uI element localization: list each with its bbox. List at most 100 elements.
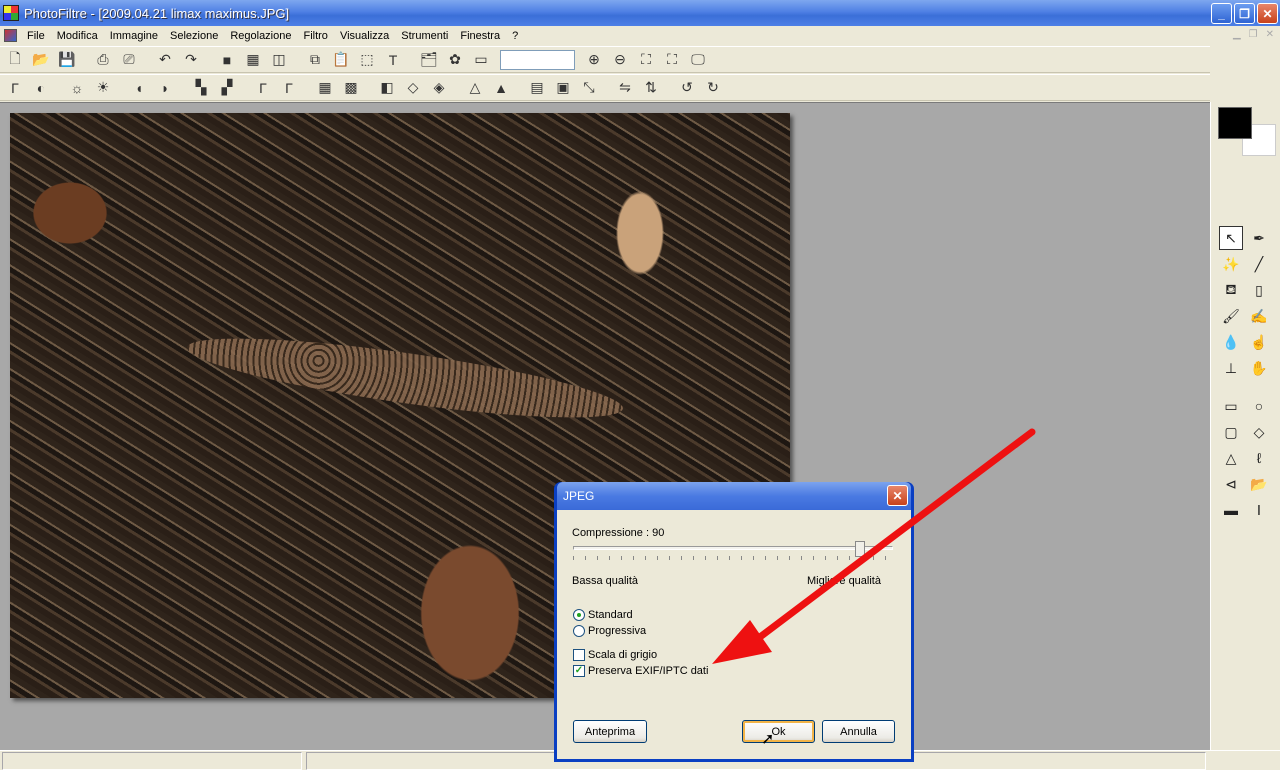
foreground-color-swatch[interactable]: [1218, 107, 1252, 139]
slider-thumb[interactable]: [855, 541, 865, 557]
minimize-button[interactable]: _: [1211, 3, 1232, 24]
flip-vertical-icon[interactable]: ⇅: [640, 77, 662, 99]
preview-button[interactable]: Anteprima: [573, 720, 647, 743]
polygon-select-icon[interactable]: ⊲: [1219, 472, 1243, 496]
text-tool-icon[interactable]: T: [382, 49, 404, 71]
select-all-icon[interactable]: ⬚: [356, 49, 378, 71]
cancel-button[interactable]: Annulla: [822, 720, 895, 743]
redo-icon[interactable]: ↷: [180, 49, 202, 71]
menu-file[interactable]: File: [21, 30, 51, 42]
exif-label[interactable]: Preserva EXIF/IPTC dati: [588, 665, 708, 677]
window-icon[interactable]: ▭: [470, 49, 492, 71]
menu-filtro[interactable]: Filtro: [297, 30, 333, 42]
gradient-icon[interactable]: ▤: [526, 77, 548, 99]
color-palette-icon[interactable]: ▦: [242, 49, 264, 71]
new-file-icon[interactable]: 🗋: [4, 49, 26, 71]
fill-gray-icon[interactable]: ■: [216, 49, 238, 71]
print-icon[interactable]: ⎙: [92, 49, 114, 71]
grayscale-checkbox[interactable]: [573, 649, 585, 661]
copy-icon[interactable]: ⧉: [304, 49, 326, 71]
advanced-brush-tool-icon[interactable]: ✍: [1247, 304, 1271, 328]
zoom-out-icon[interactable]: ⊖: [609, 49, 631, 71]
app-icon[interactable]: [3, 5, 19, 21]
diamond-select-icon[interactable]: ◇: [1247, 420, 1271, 444]
mosaic-icon[interactable]: ▩: [340, 77, 362, 99]
actual-size-icon[interactable]: ⛶: [635, 49, 657, 71]
dialog-close-button[interactable]: ✕: [887, 485, 908, 506]
menu-visualizza[interactable]: Visualizza: [334, 30, 395, 42]
radio-progressive[interactable]: [573, 625, 585, 637]
brush-tool-icon[interactable]: 🖌: [1219, 304, 1243, 328]
transparency-icon[interactable]: ◫: [268, 49, 290, 71]
document-icon[interactable]: [4, 29, 17, 42]
stamp-tool-icon[interactable]: ⊥: [1219, 356, 1243, 380]
menu-finestra[interactable]: Finestra: [454, 30, 506, 42]
compression-slider[interactable]: [573, 541, 893, 557]
magic-wand-tool-icon[interactable]: ✨: [1219, 252, 1243, 276]
emboss-icon[interactable]: △: [464, 77, 486, 99]
paste-icon[interactable]: 📋: [330, 49, 352, 71]
zoom-input[interactable]: [500, 49, 575, 70]
grid-icon[interactable]: ▦: [314, 77, 336, 99]
eyedropper-tool-icon[interactable]: ✒: [1247, 226, 1271, 250]
menu-help[interactable]: ?: [506, 30, 524, 42]
spray-tool-icon[interactable]: ▯: [1247, 278, 1271, 302]
grayscale-label[interactable]: Scala di grigio: [588, 649, 657, 661]
radio-standard-label[interactable]: Standard: [588, 609, 633, 621]
sharpen-icon[interactable]: ◈: [428, 77, 450, 99]
mdi-minimize-icon[interactable]: ▁: [1233, 29, 1241, 40]
contrast-plus-icon[interactable]: ◗: [154, 77, 176, 99]
resize-icon[interactable]: ⤡: [578, 77, 600, 99]
fit-window-icon[interactable]: ⛶: [661, 49, 683, 71]
close-button[interactable]: ✕: [1257, 3, 1278, 24]
rounded-rect-select-icon[interactable]: ▢: [1219, 420, 1243, 444]
zoom-in-icon[interactable]: ⊕: [583, 49, 605, 71]
soften-icon[interactable]: ◇: [402, 77, 424, 99]
pointer-tool-icon[interactable]: ↖: [1219, 226, 1243, 250]
menu-regolazione[interactable]: Regolazione: [224, 30, 297, 42]
fullscreen-icon[interactable]: 🖵: [687, 49, 709, 71]
blur-drop-tool-icon[interactable]: 💧: [1219, 330, 1243, 354]
ok-button[interactable]: Ok: [742, 720, 815, 743]
plugin-icon[interactable]: ✿: [444, 49, 466, 71]
menu-selezione[interactable]: Selezione: [164, 30, 224, 42]
gamma-minus-icon[interactable]: Γ: [252, 77, 274, 99]
blur-icon[interactable]: ◧: [376, 77, 398, 99]
saturation-plus-icon[interactable]: ▞: [216, 77, 238, 99]
radio-progressive-label[interactable]: Progressiva: [588, 625, 646, 637]
triangle-select-icon[interactable]: △: [1219, 446, 1243, 470]
save-icon[interactable]: 💾: [56, 49, 78, 71]
brightness-plus-icon[interactable]: ☀: [92, 77, 114, 99]
menu-modifica[interactable]: Modifica: [51, 30, 104, 42]
frame-icon[interactable]: ▣: [552, 77, 574, 99]
ellipse-select-icon[interactable]: ○: [1247, 394, 1271, 418]
menu-strumenti[interactable]: Strumenti: [395, 30, 454, 42]
undo-icon[interactable]: ↶: [154, 49, 176, 71]
open-folder-icon[interactable]: 📂: [30, 49, 52, 71]
exif-checkbox[interactable]: ✓: [573, 665, 585, 677]
mdi-close-icon[interactable]: ✕: [1266, 29, 1274, 40]
mdi-restore-icon[interactable]: ❐: [1249, 29, 1258, 40]
saturation-minus-icon[interactable]: ▚: [190, 77, 212, 99]
maximize-button[interactable]: ❐: [1234, 3, 1255, 24]
explorer-icon[interactable]: 🗂: [418, 49, 440, 71]
menu-immagine[interactable]: Immagine: [104, 30, 164, 42]
smudge-tool-icon[interactable]: ☝: [1247, 330, 1271, 354]
contour-icon[interactable]: ▲: [490, 77, 512, 99]
rotate-left-icon[interactable]: ↺: [676, 77, 698, 99]
option-b-icon[interactable]: Ⅰ: [1247, 498, 1271, 522]
option-a-icon[interactable]: ▬: [1219, 498, 1243, 522]
flip-horizontal-icon[interactable]: ⇋: [614, 77, 636, 99]
load-shape-icon[interactable]: 📂: [1247, 472, 1271, 496]
rotate-right-icon[interactable]: ↻: [702, 77, 724, 99]
auto-contrast-icon[interactable]: ◐: [30, 77, 52, 99]
auto-levels-icon[interactable]: Γ: [4, 77, 26, 99]
scanner-icon[interactable]: ⎚: [118, 49, 140, 71]
lasso-select-icon[interactable]: ℓ: [1247, 446, 1271, 470]
fill-bucket-tool-icon[interactable]: ⛾: [1219, 278, 1243, 302]
gamma-plus-icon[interactable]: Γ: [278, 77, 300, 99]
radio-standard[interactable]: [573, 609, 585, 621]
rectangle-select-icon[interactable]: ▭: [1219, 394, 1243, 418]
line-tool-icon[interactable]: ╱: [1247, 252, 1271, 276]
contrast-minus-icon[interactable]: ◖: [128, 77, 150, 99]
